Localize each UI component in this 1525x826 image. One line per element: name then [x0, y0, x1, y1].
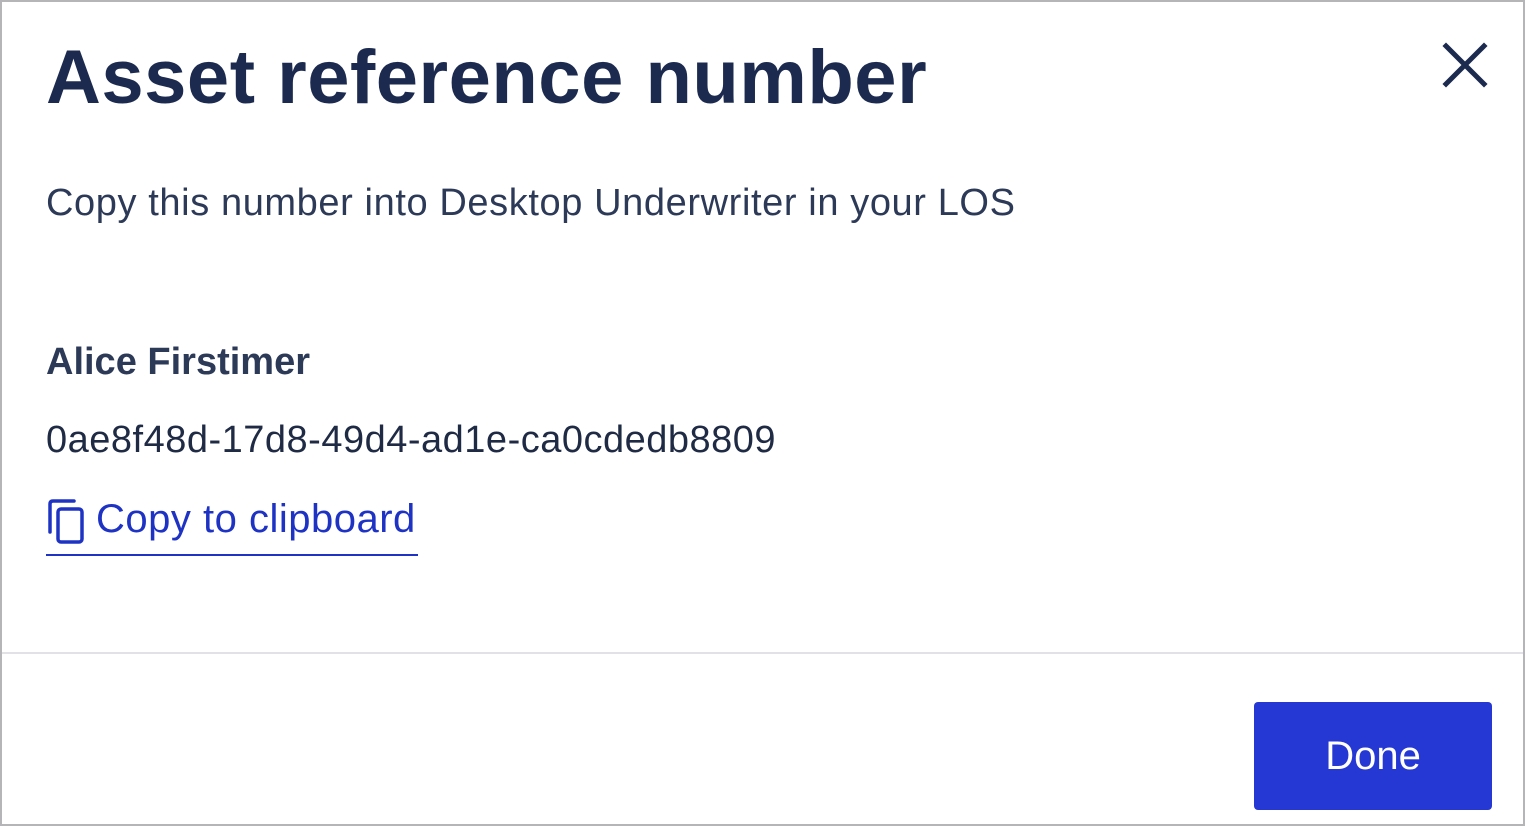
close-icon — [1442, 42, 1488, 88]
copy-icon — [48, 499, 84, 544]
borrower-name: Alice Firstimer — [46, 341, 310, 383]
done-button[interactable]: Done — [1254, 702, 1492, 810]
footer-divider — [2, 652, 1523, 654]
asset-reference-number: 0ae8f48d-17d8-49d4-ad1e-ca0cdedb8809 — [46, 419, 777, 461]
close-button[interactable] — [1436, 36, 1494, 94]
copy-to-clipboard-link[interactable]: Copy to clipboard — [46, 494, 418, 556]
dialog-instructions: Copy this number into Desktop Underwrite… — [46, 182, 1016, 224]
dialog-title: Asset reference number — [46, 35, 928, 120]
asset-reference-dialog: Asset reference number Copy this number … — [0, 0, 1525, 826]
copy-to-clipboard-label: Copy to clipboard — [96, 497, 416, 541]
